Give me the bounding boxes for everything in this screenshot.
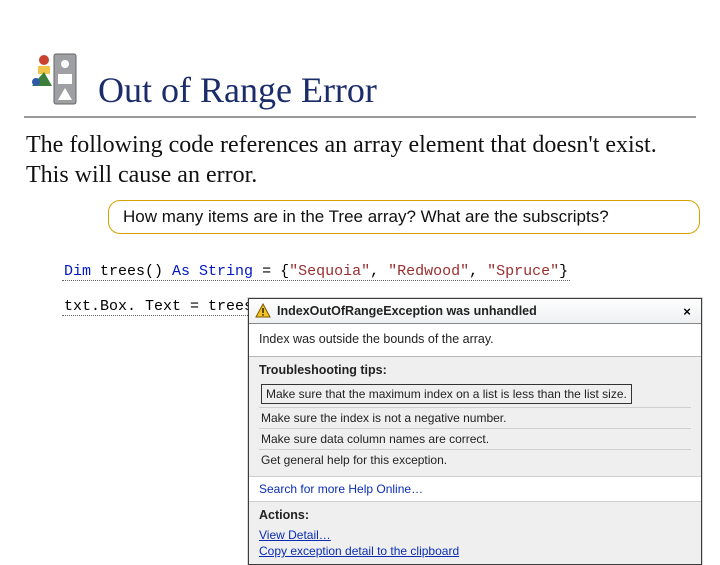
- tip-row-0[interactable]: Make sure that the maximum index on a li…: [259, 381, 691, 407]
- popup-title: IndexOutOfRangeException was unhandled: [277, 304, 679, 318]
- close-button[interactable]: ×: [679, 303, 695, 319]
- warning-icon: [255, 303, 271, 319]
- callout-question: How many items are in the Tree array? Wh…: [108, 200, 700, 234]
- tips-label: Troubleshooting tips:: [259, 363, 691, 377]
- slide: Out of Range Error The following code re…: [0, 0, 720, 540]
- exception-popup: IndexOutOfRangeException was unhandled ×…: [248, 298, 702, 565]
- body-paragraph: The following code references an array e…: [0, 118, 720, 198]
- tip-row-3[interactable]: Get general help for this exception.: [259, 450, 691, 470]
- tip-row-2[interactable]: Make sure data column names are correct.: [259, 429, 691, 449]
- actions-label: Actions:: [259, 508, 691, 522]
- troubleshooting-section: Troubleshooting tips: Make sure that the…: [249, 357, 701, 476]
- page-title: Out of Range Error: [98, 72, 377, 110]
- code-kw-asstring: As String: [172, 263, 253, 280]
- code-line-1: Dim trees() As String = {"Sequoia", "Red…: [62, 263, 570, 281]
- popup-header: IndexOutOfRangeException was unhandled ×: [249, 299, 701, 324]
- copy-detail-link[interactable]: Copy exception detail to the clipboard: [259, 542, 691, 558]
- tip-row-1[interactable]: Make sure the index is not a negative nu…: [259, 408, 691, 428]
- title-row: Out of Range Error: [0, 0, 720, 114]
- popup-message: Index was outside the bounds of the arra…: [249, 324, 701, 357]
- search-help-link[interactable]: Search for more Help Online…: [249, 476, 701, 501]
- code-kw-dim: Dim: [64, 263, 91, 280]
- actions-section: Actions: View Detail… Copy exception det…: [249, 501, 701, 564]
- title-icon: [24, 48, 86, 110]
